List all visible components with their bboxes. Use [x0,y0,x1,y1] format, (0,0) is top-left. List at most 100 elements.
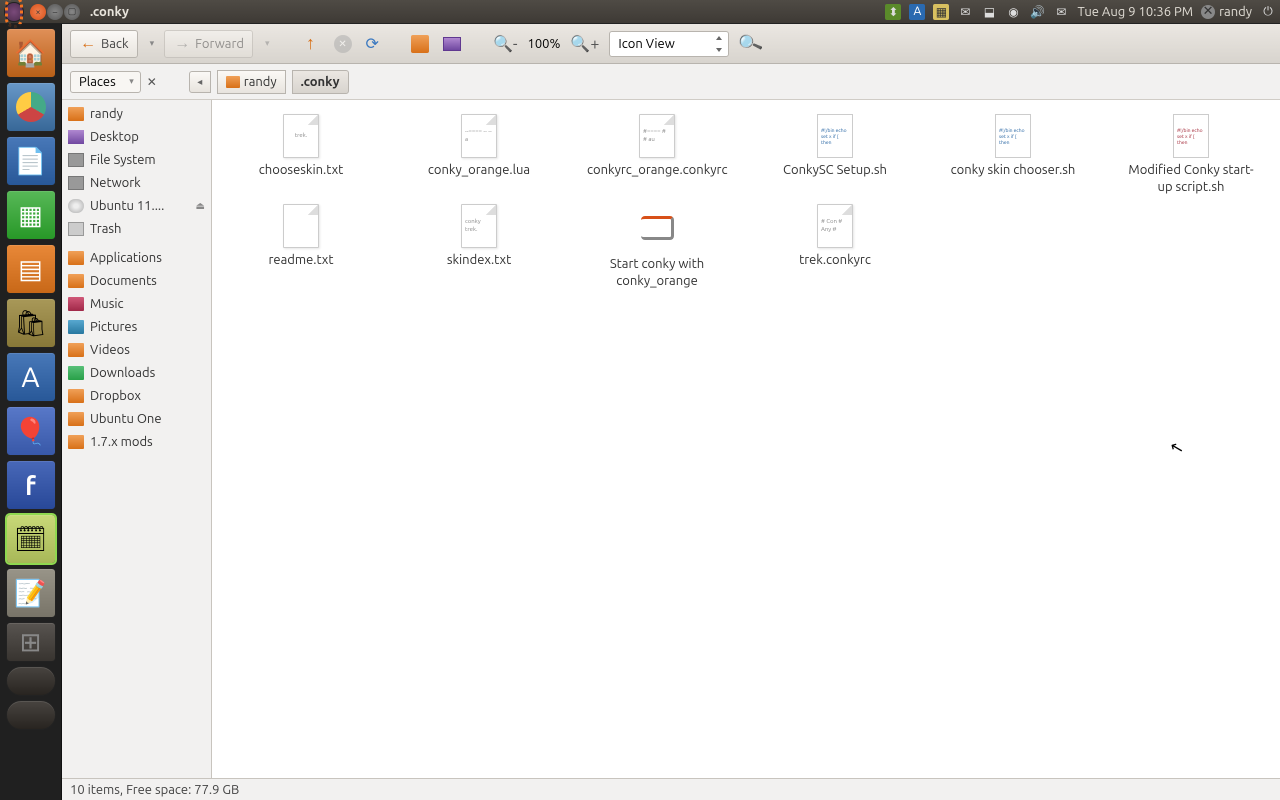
zoom-level: 100% [527,37,560,51]
place-icon [68,366,84,380]
minimize-button[interactable]: – [47,4,63,20]
sidebar-item-label: Network [90,176,141,190]
file-item[interactable]: #!/bin echo set x if [ thenconky skin ch… [924,110,1102,200]
file-item[interactable]: readme.txt [212,200,390,294]
file-item[interactable]: trek.chooseskin.txt [212,110,390,200]
sidebar-item[interactable]: randy [62,102,211,125]
sidebar-item-label: Trash [90,222,121,236]
power-icon[interactable]: ⏻ [1260,4,1276,20]
file-item[interactable]: conky trek.skindex.txt [390,200,568,294]
file-item[interactable]: #!/bin echo set x if [ thenModified Conk… [1102,110,1280,200]
up-button[interactable]: ↑ [298,30,324,58]
sidebar-item[interactable]: Dropbox [62,384,211,407]
sidebar-item[interactable]: Ubuntu One [62,407,211,430]
forward-history-button[interactable] [259,30,274,58]
clock[interactable]: Tue Aug 9 10:36 PM [1077,5,1193,19]
file-name: skindex.txt [447,252,511,269]
file-thumbnail: #!/bin echo set x if [ then [817,114,853,158]
path-segment[interactable]: randy [217,70,286,94]
eject-button[interactable]: ⏏ [196,200,205,212]
file-item[interactable]: #!/bin echo set x if [ thenConkySC Setup… [746,110,924,200]
sidebar-item-label: Downloads [90,366,155,380]
file-view[interactable]: trek.chooseskin.txt--==== -- -- aconky_o… [212,100,1280,778]
launcher-app[interactable]: A [6,352,56,402]
place-icon [68,389,84,403]
sidebar-item[interactable]: Network [62,171,211,194]
file-thumbnail: #==== # # au [639,114,675,158]
sidebar-item[interactable]: Downloads [62,361,211,384]
back-history-button[interactable] [144,30,159,58]
sidebar-item[interactable]: Pictures [62,315,211,338]
mail-icon[interactable]: ✉ [957,4,973,20]
gear-icon: ✕ [1201,5,1215,19]
sidebar-item[interactable]: Music [62,292,211,315]
view-selector[interactable]: Icon View [609,31,729,57]
user-menu[interactable]: ✕randy [1201,5,1252,19]
place-icon [68,297,84,311]
file-thumbnail: # Con # Any # [817,204,853,248]
file-item[interactable]: # Con # Any # trek.conkyrc [746,200,924,294]
launcher-software[interactable]: 🛍 [6,298,56,348]
place-icon [68,274,84,288]
launcher-impress[interactable]: ▤ [6,244,56,294]
dropbox-icon[interactable]: ⬓ [981,4,997,20]
sidebar-item-label: Videos [90,343,130,357]
volume-icon[interactable]: 🔊 [1029,4,1045,20]
zoom-out-button[interactable]: 🔍- [489,30,522,58]
back-button[interactable]: ←Back [70,30,138,58]
stop-button[interactable]: ✕ [330,30,356,58]
home-icon [411,35,429,53]
file-thumbnail: trek. [283,114,319,158]
sidebar-item[interactable]: File System [62,148,211,171]
launcher-calc[interactable]: ▦ [6,190,56,240]
sidebar-item[interactable]: Desktop [62,125,211,148]
place-icon [68,153,84,167]
close-sidebar-button[interactable]: ✕ [147,75,157,89]
launcher-facebook[interactable]: f [6,460,56,510]
maximize-button[interactable]: ▢ [64,4,80,20]
sidebar-item-label: Dropbox [90,389,141,403]
reload-button[interactable]: ⟳ [362,30,383,58]
close-button[interactable]: × [30,4,46,20]
sidebar-item[interactable]: Documents [62,269,211,292]
place-icon [68,176,84,190]
file-name: trek.conkyrc [799,252,871,269]
launcher-workspace[interactable]: ⊞ [6,622,56,662]
sidebar-item-label: randy [90,107,123,121]
tray-icon[interactable]: ▦ [933,4,949,20]
home-button[interactable] [407,30,433,58]
zoom-in-button[interactable]: 🔍+ [566,30,603,58]
launcher-writer[interactable]: 📄 [6,136,56,186]
tray-icon[interactable]: A [909,4,925,20]
forward-button[interactable]: →Forward [164,30,253,58]
path-back-button[interactable]: ◂ [189,71,211,93]
tray-icon[interactable]: ⬍ [885,4,901,20]
launcher-trash[interactable] [6,700,56,730]
file-item[interactable]: #==== # # au conkyrc_orange.conkyrc [568,110,746,200]
launcher-files[interactable]: 🏠 [6,28,56,78]
file-item[interactable]: Start conky with conky_orange [568,200,746,294]
file-item[interactable]: --==== -- -- aconky_orange.lua [390,110,568,200]
sidebar-item[interactable]: Videos [62,338,211,361]
computer-button[interactable] [439,30,465,58]
search-button[interactable]: 🔍 [735,30,765,58]
folder-icon [226,76,240,88]
launcher-chromium[interactable] [6,82,56,132]
computer-icon [443,37,461,51]
launcher-item[interactable] [6,666,56,696]
launcher-gedit[interactable]: 📝 [6,568,56,618]
status-bar: 10 items, Free space: 77.9 GB [62,778,1280,800]
sidebar-item[interactable]: 1.7.x mods [62,430,211,453]
messages-icon[interactable]: ✉ [1053,4,1069,20]
path-segment[interactable]: .conky [292,70,349,94]
file-name: conkyrc_orange.conkyrc [587,162,727,179]
sidebar-item[interactable]: Applications [62,246,211,269]
places-selector[interactable]: Places [70,71,141,93]
wifi-icon[interactable]: ◉ [1005,4,1021,20]
ubuntu-icon[interactable] [4,2,24,22]
launcher-app[interactable]: 🗓 [6,514,56,564]
sidebar-item[interactable]: Ubuntu 11....⏏ [62,194,211,217]
sidebar-item[interactable]: Trash [62,217,211,240]
place-icon [68,320,84,334]
launcher-app[interactable]: 🎈 [6,406,56,456]
